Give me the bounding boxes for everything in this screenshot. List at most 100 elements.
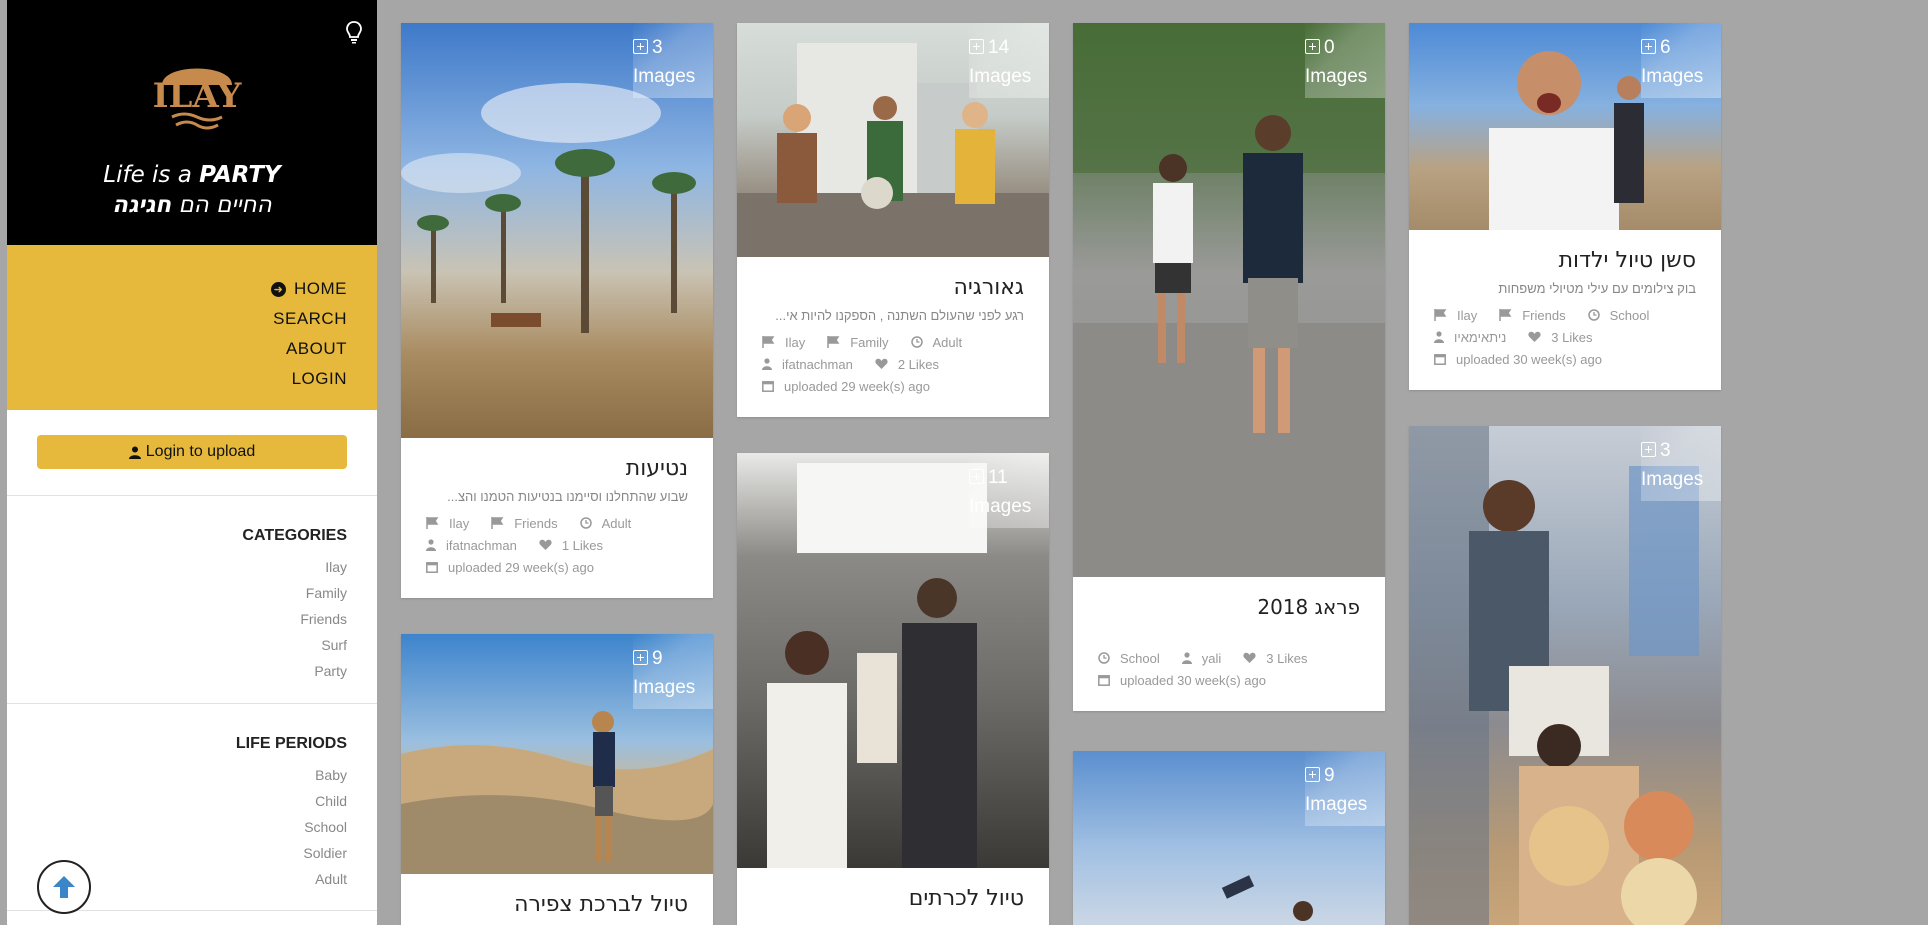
calendar-icon — [426, 562, 438, 573]
album-owner[interactable]: yali — [1181, 651, 1221, 666]
clock-icon — [1587, 309, 1600, 321]
album-owner[interactable]: ניתאימאיו — [1434, 330, 1506, 345]
album-meta: Ilay Family Adult ifatnachman 2 Likes up… — [737, 323, 1049, 397]
image-count-badge: 3 Images — [633, 23, 713, 98]
sidebar: ILAY Life is a PARTY החיים הם חגיגה ➜ HO… — [7, 0, 377, 925]
scroll-to-top-button[interactable] — [37, 860, 91, 914]
tag-school[interactable]: School — [1587, 308, 1649, 323]
image-count-badge: 9 Images — [633, 634, 713, 709]
tag-ilay[interactable]: Ilay — [426, 516, 469, 531]
tag-ilay[interactable]: Ilay — [1434, 308, 1477, 323]
album-photo[interactable]: 6 Images — [1409, 23, 1721, 230]
album-likes[interactable]: 1 Likes — [539, 538, 603, 553]
heart-icon — [1243, 652, 1256, 663]
category-party[interactable]: Party — [300, 658, 347, 684]
album-photo[interactable]: 9 Images — [401, 634, 713, 874]
upload-date: uploaded 30 week(s) ago — [1434, 352, 1602, 367]
album-photo[interactable]: 0 Images — [1073, 23, 1385, 577]
plus-square-icon — [633, 39, 648, 54]
album-meta: Ilay Friends Adult ifatnachman 1 Likes u… — [401, 504, 713, 578]
period-baby[interactable]: Baby — [303, 762, 347, 788]
category-surf[interactable]: Surf — [300, 632, 347, 658]
plus-square-icon — [969, 469, 984, 484]
album-card[interactable]: 9 Images טיול לברכת צפירה — [401, 634, 713, 925]
image-count-badge: 9 Images — [1305, 751, 1385, 826]
tag-friends[interactable]: Friends — [1499, 308, 1566, 323]
album-card[interactable]: 3 Images נטיעות שבוע שהתחלנו וסיימנו בנטי… — [401, 23, 713, 598]
album-title[interactable]: גאורגיה — [737, 257, 1049, 300]
tag-friends[interactable]: Friends — [491, 516, 558, 531]
period-adult[interactable]: Adult — [303, 866, 347, 892]
clock-icon — [910, 336, 923, 348]
image-count-badge: 14 Images — [969, 23, 1049, 98]
heart-icon — [1528, 331, 1541, 342]
clock-icon — [579, 517, 592, 529]
tag-family[interactable]: Family — [827, 335, 889, 350]
arrow-right-icon: ➜ — [271, 281, 286, 297]
tagline: Life is a PARTY החיים הם חגיגה — [103, 162, 281, 218]
album-photo[interactable]: 9 Images — [1073, 751, 1385, 925]
ilay-logo[interactable]: ILAY — [132, 55, 262, 140]
category-friends[interactable]: Friends — [300, 606, 347, 632]
calendar-icon — [1434, 354, 1446, 365]
divider — [7, 703, 377, 704]
user-icon — [762, 358, 772, 370]
album-title[interactable]: טיול לברכת צפירה — [401, 874, 713, 917]
tag-adult[interactable]: Adult — [910, 335, 962, 350]
upload-date: uploaded 30 week(s) ago — [1098, 673, 1266, 688]
nav-login[interactable]: LOGIN — [7, 364, 377, 394]
image-count-badge: 6 Images — [1641, 23, 1721, 98]
album-card[interactable]: 3 Images — [1409, 426, 1721, 925]
album-owner[interactable]: ifatnachman — [426, 538, 517, 553]
tag-adult[interactable]: Adult — [579, 516, 631, 531]
album-card[interactable]: 6 Images סשן טיול ילדות בוק צילומים עם עי… — [1409, 23, 1721, 390]
tag-ilay[interactable]: Ilay — [762, 335, 805, 350]
album-likes[interactable]: 2 Likes — [875, 357, 939, 372]
album-card[interactable]: 9 Images — [1073, 751, 1385, 925]
arrow-up-icon — [53, 876, 75, 898]
lightbulb-icon[interactable] — [345, 20, 363, 44]
album-likes[interactable]: 3 Likes — [1243, 651, 1307, 666]
album-description: רגע לפני שהעולם השתנה , הספקנו להיות אי.… — [775, 308, 1024, 323]
nav-search[interactable]: SEARCH — [7, 304, 377, 334]
album-photo[interactable]: 3 Images — [1409, 426, 1721, 925]
album-title[interactable]: פראג 2018 — [1073, 577, 1385, 619]
album-likes[interactable]: 3 Likes — [1528, 330, 1593, 345]
login-to-upload-button[interactable]: Login to upload — [37, 435, 347, 469]
album-card[interactable]: 14 Images גאורגיה רגע לפני שהעולם השתנה ,… — [737, 23, 1049, 417]
album-photo[interactable]: 14 Images — [737, 23, 1049, 257]
album-card[interactable]: 0 Images פראג 2018 School yali 3 Likes up… — [1073, 23, 1385, 711]
album-card[interactable]: 11 Images טיול לכרתים — [737, 453, 1049, 925]
user-icon — [426, 539, 436, 551]
heart-icon — [539, 539, 552, 550]
album-photo[interactable]: 11 Images — [737, 453, 1049, 868]
period-school[interactable]: School — [303, 814, 347, 840]
album-owner[interactable]: ifatnachman — [762, 357, 853, 372]
period-child[interactable]: Child — [303, 788, 347, 814]
album-title[interactable]: טיול לכרתים — [737, 868, 1049, 911]
life-periods-title: LIFE PERIODS — [235, 735, 347, 752]
main-nav: ➜ HOME SEARCH ABOUT LOGIN — [7, 245, 377, 410]
flag-icon — [827, 336, 840, 348]
heart-icon — [875, 358, 888, 369]
upload-date: uploaded 29 week(s) ago — [762, 379, 930, 394]
categories-title: CATEGORIES — [242, 527, 347, 544]
album-title[interactable]: סשן טיול ילדות — [1409, 230, 1721, 273]
flag-icon — [1434, 309, 1447, 321]
nav-home[interactable]: ➜ HOME — [7, 274, 377, 304]
svg-text:ILAY: ILAY — [153, 76, 242, 116]
tag-school[interactable]: School — [1098, 651, 1160, 666]
calendar-icon — [1098, 675, 1110, 686]
album-description: שבוע שהתחלנו וסיימנו בנטיעות הטמנו והצ..… — [447, 489, 688, 504]
sidebar-header: ILAY Life is a PARTY החיים הם חגיגה — [7, 0, 377, 245]
category-family[interactable]: Family — [300, 580, 347, 606]
nav-about[interactable]: ABOUT — [7, 334, 377, 364]
album-photo[interactable]: 3 Images — [401, 23, 713, 438]
plus-square-icon — [1641, 442, 1656, 457]
user-icon — [1181, 652, 1192, 664]
user-icon — [1434, 331, 1444, 343]
album-title[interactable]: נטיעות — [401, 438, 713, 481]
album-meta: Ilay Friends School ניתאימאיו 3 Likes up… — [1409, 296, 1721, 370]
period-soldier[interactable]: Soldier — [303, 840, 347, 866]
category-ilay[interactable]: Ilay — [300, 554, 347, 580]
